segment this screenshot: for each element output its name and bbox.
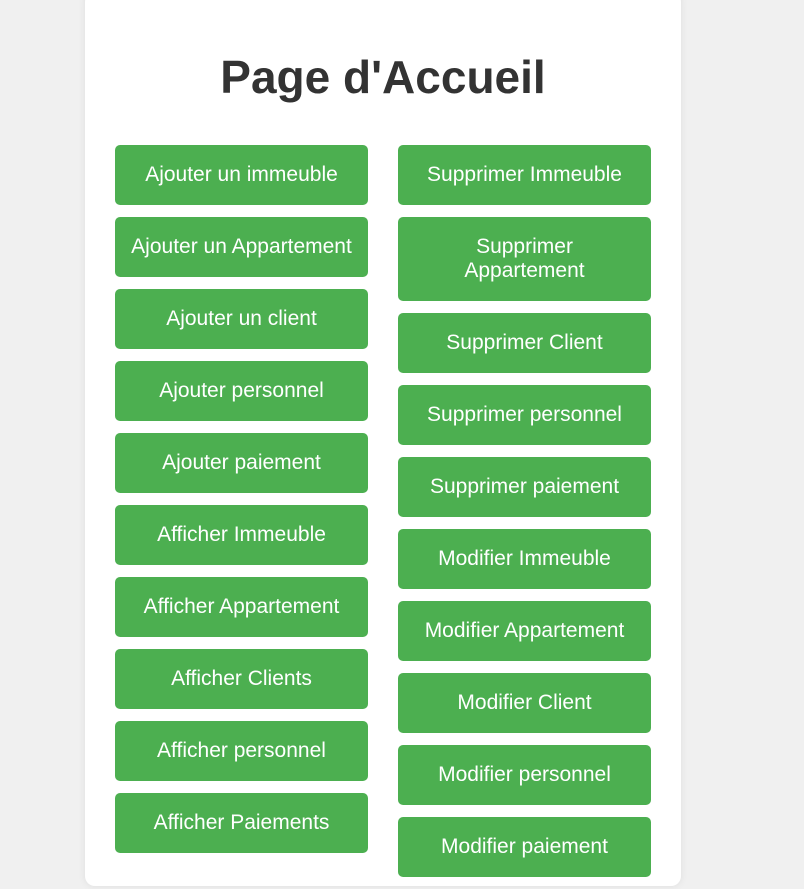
- add-apartment-button[interactable]: Ajouter un Appartement: [115, 217, 368, 277]
- add-client-button[interactable]: Ajouter un client: [115, 289, 368, 349]
- right-button-column: Supprimer Immeuble Supprimer Appartement…: [398, 145, 651, 877]
- show-apartments-button[interactable]: Afficher Appartement: [115, 577, 368, 637]
- button-label: Ajouter un Appartement: [131, 235, 352, 258]
- button-label: Afficher personnel: [157, 739, 326, 762]
- show-buildings-button[interactable]: Afficher Immeuble: [115, 505, 368, 565]
- button-label: Ajouter personnel: [159, 379, 324, 402]
- delete-apartment-button[interactable]: Supprimer Appartement: [398, 217, 651, 301]
- edit-client-button[interactable]: Modifier Client: [398, 673, 651, 733]
- button-label: Afficher Immeuble: [157, 523, 326, 546]
- button-label: Afficher Appartement: [143, 595, 340, 618]
- button-label: Ajouter paiement: [162, 451, 321, 474]
- button-label: Modifier personnel: [438, 763, 611, 786]
- edit-apartment-button[interactable]: Modifier Appartement: [398, 601, 651, 661]
- button-label: Supprimer paiement: [429, 475, 620, 498]
- button-label: Supprimer Client: [446, 331, 603, 354]
- show-clients-button[interactable]: Afficher Clients: [115, 649, 368, 709]
- edit-payment-button[interactable]: Modifier paiement: [398, 817, 651, 877]
- button-label: Modifier Immeuble: [438, 547, 611, 570]
- button-label: Modifier Client: [457, 691, 592, 714]
- edit-building-button[interactable]: Modifier Immeuble: [398, 529, 651, 589]
- button-label: Modifier paiement: [441, 835, 608, 858]
- button-label: Afficher Clients: [171, 667, 312, 690]
- button-label: Supprimer Immeuble: [427, 163, 622, 186]
- button-label: Ajouter un immeuble: [145, 163, 338, 186]
- delete-client-button[interactable]: Supprimer Client: [398, 313, 651, 373]
- add-staff-button[interactable]: Ajouter personnel: [115, 361, 368, 421]
- edit-staff-button[interactable]: Modifier personnel: [398, 745, 651, 805]
- left-button-column: Ajouter un immeuble Ajouter un Apparteme…: [115, 145, 368, 853]
- delete-building-button[interactable]: Supprimer Immeuble: [398, 145, 651, 205]
- button-label: Ajouter un client: [166, 307, 317, 330]
- add-payment-button[interactable]: Ajouter paiement: [115, 433, 368, 493]
- button-label: Afficher Paiements: [153, 811, 330, 834]
- page-title: Page d'Accueil: [220, 51, 546, 103]
- add-building-button[interactable]: Ajouter un immeuble: [115, 145, 368, 205]
- home-card: Page d'Accueil Ajouter un immeuble Ajout…: [85, 0, 681, 886]
- button-label: Modifier Appartement: [424, 619, 625, 642]
- show-staff-button[interactable]: Afficher personnel: [115, 721, 368, 781]
- show-payments-button[interactable]: Afficher Paiements: [115, 793, 368, 853]
- delete-payment-button[interactable]: Supprimer paiement: [398, 457, 651, 517]
- button-label: Supprimer Appartement: [464, 235, 585, 282]
- button-label: Supprimer personnel: [427, 403, 622, 426]
- delete-staff-button[interactable]: Supprimer personnel: [398, 385, 651, 445]
